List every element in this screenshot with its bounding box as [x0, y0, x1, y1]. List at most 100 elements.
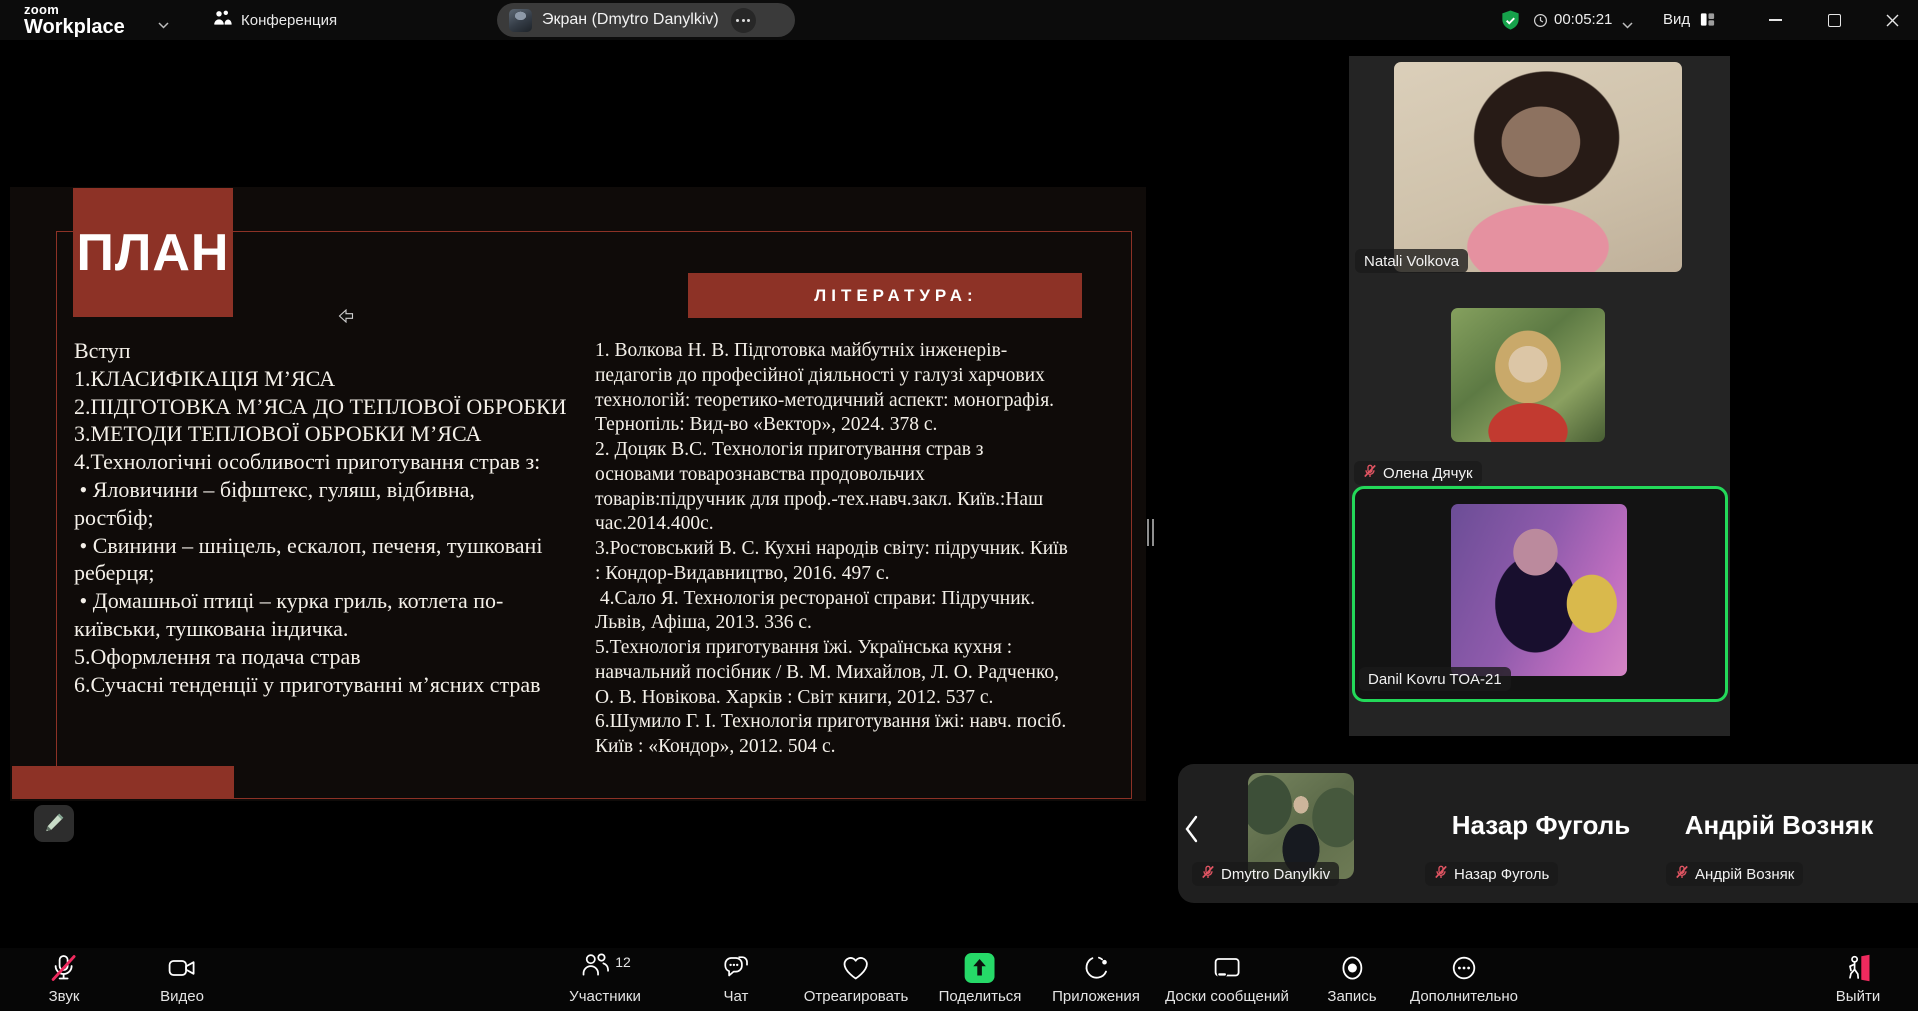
share-screen-label: Поделиться — [939, 988, 1022, 1005]
chat-icon — [721, 952, 751, 983]
share-screen-button[interactable]: Поделиться — [939, 952, 1022, 1005]
zoom-window: zoom Workplace Конференция Экран (Dmytro… — [0, 0, 1918, 1011]
plan-list: Вступ1.КЛАСИФІКАЦІЯ М’ЯСА2.ПІДГОТОВКА М’… — [74, 337, 567, 698]
more-button[interactable]: Дополнительно — [1410, 952, 1518, 1005]
react-button[interactable]: Отреагировать — [804, 952, 909, 1005]
participant-name-tag: Назар Фуголь — [1425, 862, 1558, 886]
close-button[interactable] — [1870, 0, 1914, 40]
literature-header-box: ЛІТЕРАТУРА: — [688, 273, 1082, 318]
video-label: Видео — [160, 988, 204, 1005]
participant-name: Danil Kovru TOA-21 — [1368, 671, 1502, 688]
avatar — [509, 9, 532, 32]
mic-muted-icon — [1434, 865, 1448, 883]
literature-line: О. В. Новікова. Харків : Світ книги, 201… — [595, 686, 1068, 711]
apps-label: Приложения — [1052, 988, 1140, 1005]
apps-button[interactable]: Приложения — [1052, 952, 1140, 1005]
annotate-pencil-button[interactable] — [34, 805, 74, 842]
camera-icon — [167, 952, 197, 983]
clock-icon — [1533, 13, 1548, 33]
security-shield-icon[interactable] — [1499, 9, 1522, 37]
plan-line: реберця; — [74, 559, 567, 587]
literature-line: 1. Волкова Н. В. Підготовка майбутніх ін… — [595, 339, 1068, 364]
share-screen-icon — [965, 952, 995, 983]
video-tile-danil — [1451, 504, 1627, 676]
participant-name-tag: Dmytro Danylkiv — [1192, 862, 1339, 886]
filmstrip-prev-icon[interactable] — [1180, 806, 1202, 852]
leave-button[interactable]: Выйти — [1836, 952, 1880, 1005]
filmstrip-panel: Dmytro Danylkiv Назар Фуголь Назар Фугол… — [1178, 764, 1918, 903]
literature-line: 2. Доцяк В.С. Технологія приготування ст… — [595, 438, 1068, 463]
participant-name-tag: Андрій Возняк — [1666, 862, 1803, 886]
tab-shared-screen[interactable]: Экран (Dmytro Danylkiv) — [497, 3, 795, 37]
literature-line: 4.Сало Я. Технологія рестораної справи: … — [595, 587, 1068, 612]
literature-line: Львів, Афіша, 2013. 336 с. — [595, 611, 1068, 636]
plan-line: • Домашньої птиці – курка гриль, котлета… — [74, 587, 567, 615]
participant-name-tag: Олена Дячук — [1354, 461, 1482, 485]
whiteboards-label: Доски сообщений — [1165, 988, 1289, 1005]
participants-panel: Natali Volkova Олена Дячук Danil Kovru T… — [1349, 56, 1730, 736]
view-button-label[interactable]: Вид — [1663, 11, 1690, 28]
chevron-down-icon[interactable] — [158, 16, 169, 34]
plan-line: 4.Технологічні особливості приготування … — [74, 448, 567, 476]
participants-icon — [579, 950, 610, 985]
literature-list: 1. Волкова Н. В. Підготовка майбутніх ін… — [595, 339, 1068, 760]
panel-resize-handle[interactable] — [1147, 519, 1154, 546]
literature-line: Тернопіль: Вид-во «Вектор», 2024. 378 с. — [595, 413, 1068, 438]
plan-line: 1.КЛАСИФІКАЦІЯ М’ЯСА — [74, 365, 567, 393]
tab-meeting-label: Конференция — [241, 12, 337, 29]
titlebar: zoom Workplace Конференция Экран (Dmytro… — [0, 0, 1918, 40]
plan-line: 2.ПІДГОТОВКА М’ЯСА ДО ТЕПЛОВОЇ ОБРОБКИ — [74, 393, 567, 421]
heart-icon — [841, 952, 871, 983]
record-button[interactable]: Запись — [1327, 952, 1376, 1005]
video-tile-olena[interactable] — [1451, 308, 1605, 442]
timer-chevron-down-icon[interactable] — [1622, 16, 1633, 34]
meeting-timer: 00:05:21 — [1554, 11, 1612, 28]
literature-line: навчальний посібник / В. М. Михайлов, Л.… — [595, 661, 1068, 686]
tile-display-name[interactable]: Назар Фуголь — [1452, 810, 1631, 841]
record-icon — [1337, 952, 1367, 983]
tile-display-name[interactable]: Андрій Возняк — [1685, 810, 1873, 841]
participants-label: Участники — [569, 988, 641, 1005]
participants-count-badge: 12 — [615, 954, 631, 970]
restore-button[interactable] — [1812, 0, 1856, 40]
participants-button[interactable]: 12 Участники — [569, 952, 641, 1005]
active-speaker-tile[interactable]: Danil Kovru TOA-21 — [1352, 486, 1728, 702]
whiteboards-button[interactable]: Доски сообщений — [1165, 952, 1289, 1005]
plan-line: ростбіф; — [74, 504, 567, 532]
logo-line2: Workplace — [24, 17, 125, 37]
record-label: Запись — [1327, 988, 1376, 1005]
react-label: Отреагировать — [804, 988, 909, 1005]
shared-screen-slide: ПЛАН Вступ1.КЛАСИФІКАЦІЯ М’ЯСА2.ПІДГОТОВ… — [10, 187, 1146, 801]
plan-line: • Свинини – шніцель, ескалоп, печеня, ту… — [74, 532, 567, 560]
participant-name: Назар Фуголь — [1454, 866, 1549, 883]
literature-line: 5.Технологія приготування їжі. Українськ… — [595, 636, 1068, 661]
more-options-icon[interactable] — [731, 8, 756, 33]
more-ellipsis-icon — [1449, 952, 1479, 983]
literature-line: час.2014.400с. — [595, 512, 1068, 537]
plan-line: • Яловичини – біфштекс, гуляш, відбивна, — [74, 476, 567, 504]
video-tile-natali[interactable] — [1394, 62, 1682, 272]
mic-muted-icon — [1201, 865, 1215, 883]
literature-line: 3.Ростовський В. С. Кухні народів світу:… — [595, 537, 1068, 562]
leave-door-icon — [1843, 952, 1873, 983]
mic-muted-icon — [1363, 464, 1377, 482]
plan-line: 6.Сучасні тенденції у приготуванні м’ясн… — [74, 671, 567, 699]
view-layout-icon[interactable] — [1699, 11, 1716, 33]
audio-button[interactable]: Звук — [49, 952, 80, 1005]
chat-button[interactable]: Чат — [721, 952, 751, 1005]
tab-meeting[interactable]: Конференция — [212, 8, 337, 32]
minimize-button[interactable] — [1753, 0, 1797, 40]
shared-screen-label: Экран (Dmytro Danylkiv) — [542, 11, 719, 29]
literature-line: 6.Шумило Г. І. Технологія приготування ї… — [595, 710, 1068, 735]
pencil-icon — [44, 812, 65, 836]
plan-line: Вступ — [74, 337, 567, 365]
literature-header: ЛІТЕРАТУРА: — [792, 286, 977, 306]
participant-name-tag: Natali Volkova — [1355, 249, 1468, 273]
mic-muted-large-icon — [49, 952, 79, 983]
chat-label: Чат — [724, 988, 749, 1005]
participants-group-icon — [212, 8, 232, 32]
literature-line: Київ : «Кондор», 2012. 504 с. — [595, 735, 1068, 760]
literature-line: товарів:підручник для проф.-тех.навч.зак… — [595, 488, 1068, 513]
video-button[interactable]: Видео — [160, 952, 204, 1005]
plan-line: 5.Оформлення та подача страв — [74, 643, 567, 671]
